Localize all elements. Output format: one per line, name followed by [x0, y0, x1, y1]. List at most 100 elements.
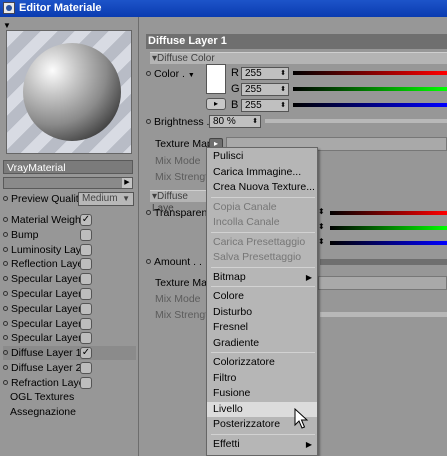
preview-quality-select[interactable]: Medium ▼ [78, 192, 134, 206]
preview-quality-label: Preview Quality [3, 193, 84, 205]
bullet-icon [3, 350, 8, 356]
bullet-icon [146, 71, 151, 76]
channel-item[interactable]: Specular Layer 1 [3, 272, 136, 286]
menu-item[interactable]: Carica Immagine... [207, 165, 317, 180]
collapse-arrow-icon[interactable]: ▼ [3, 21, 11, 30]
menu-item[interactable]: Disturbo [207, 305, 317, 320]
channel-item[interactable]: Bump [3, 228, 136, 242]
bullet-icon [146, 210, 151, 215]
channel-checkbox[interactable] [80, 258, 92, 271]
channel-item[interactable]: Diffuse Layer 1 ✓ [3, 346, 136, 361]
material-name-field[interactable]: VrayMaterial [3, 160, 133, 174]
menu-item-label: Livello [213, 402, 243, 415]
assignment-item[interactable]: Assegnazione [10, 406, 76, 418]
texture-map-label-2: Texture Map [155, 277, 213, 289]
channel-item[interactable]: Material Weight ✓ [3, 213, 136, 227]
scroll-right-icon[interactable]: ▶ [122, 178, 132, 188]
green-slider[interactable] [293, 87, 447, 91]
menu-item[interactable]: Carica Presettaggio [207, 235, 317, 250]
channel-item[interactable]: Luminosity Layer [3, 243, 136, 257]
menu-item[interactable]: Colore [207, 289, 317, 304]
menu-item[interactable]: Filtro [207, 371, 317, 386]
color-swatch[interactable] [206, 64, 226, 94]
menu-item[interactable]: Effetti ▶ [207, 437, 317, 452]
channel-checkbox[interactable] [80, 376, 92, 389]
r-input[interactable]: 255 ⬍ [241, 67, 289, 80]
channel-checkbox[interactable] [80, 273, 92, 286]
menu-item[interactable]: Colorizzatore [207, 355, 317, 370]
channel-checkbox[interactable] [80, 243, 92, 256]
diffuse-color-header[interactable]: ▾Diffuse Color [150, 52, 447, 64]
menu-item-label: Salva Presettaggio [213, 251, 302, 263]
amount-slider[interactable] [320, 259, 447, 265]
menu-item[interactable]: Copia Canale [207, 200, 317, 215]
channel-item[interactable]: Specular Layer 4 [3, 317, 136, 331]
menu-item[interactable]: Bitmap ▶ [207, 270, 317, 285]
bullet-icon [3, 320, 8, 326]
blue-slider[interactable] [293, 103, 447, 107]
horizontal-scrollbar[interactable]: ▶ [3, 177, 133, 189]
bullet-icon [3, 261, 8, 267]
menu-item[interactable]: Incolla Canale [207, 215, 317, 230]
texture-map-label: Texture Map [155, 138, 213, 150]
channel-checkbox[interactable]: ✓ [80, 214, 92, 226]
menu-item-label: Carica Presettaggio [213, 235, 306, 248]
b-input[interactable]: 255 ⬍ [241, 99, 289, 112]
channel-checkbox[interactable] [80, 332, 92, 345]
brightness-input[interactable]: 80 % ⬍ [209, 115, 261, 128]
menu-item[interactable]: Salva Presettaggio [207, 250, 317, 265]
channel-checkbox[interactable] [80, 302, 92, 315]
channel-item[interactable]: Reflection Layer [3, 257, 136, 271]
channel-checkbox[interactable] [80, 362, 92, 374]
channel-label: Diffuse Layer 1 [11, 347, 82, 360]
app-icon [3, 2, 15, 14]
brightness-label: Brightness . . [146, 116, 215, 128]
channel-item[interactable]: Specular Layer 3 [3, 302, 136, 316]
window-title: Editor Materiale [19, 2, 102, 14]
channel-label: Specular Layer 5 [11, 332, 91, 345]
color-picker-button[interactable]: ▸ [206, 98, 226, 110]
spinner-icon[interactable]: ⬍ [280, 100, 286, 111]
menu-item[interactable]: Fresnel [207, 320, 317, 335]
g-input[interactable]: 255 ⬍ [241, 83, 289, 96]
texture-map-field-2[interactable] [318, 276, 447, 290]
transparency-green-slider[interactable] [330, 226, 447, 230]
menu-item[interactable]: Gradiente [207, 336, 317, 351]
channel-label: Specular Layer 3 [11, 302, 91, 315]
menu-item[interactable]: Fusione [207, 386, 317, 401]
spinner-icon[interactable]: ⬍ [318, 237, 325, 246]
channel-item[interactable]: Refraction Layer [3, 376, 136, 390]
bullet-icon [3, 379, 8, 385]
menu-item-label: Bitmap [213, 270, 246, 283]
channel-item[interactable]: Specular Layer 5 [3, 331, 136, 345]
channel-checkbox[interactable] [80, 317, 92, 330]
bullet-icon [3, 335, 8, 341]
bullet-icon [3, 231, 8, 237]
channel-item[interactable]: Specular Layer 2 [3, 287, 136, 301]
menu-separator [211, 433, 315, 435]
spinner-icon[interactable]: ⬍ [280, 84, 286, 95]
channel-label: Material Weight [11, 214, 84, 226]
menu-item[interactable]: Crea Nuova Texture... [207, 180, 317, 195]
menu-item[interactable]: Pulisci [207, 149, 317, 164]
ogl-textures-item[interactable]: OGL Textures [10, 391, 74, 403]
spinner-icon[interactable]: ⬍ [318, 207, 325, 216]
red-slider[interactable] [293, 71, 447, 75]
channel-checkbox[interactable]: ✓ [80, 347, 92, 360]
menu-separator [211, 352, 315, 353]
channel-item[interactable]: Diffuse Layer 2 [3, 361, 136, 375]
mix-strength-slider-2[interactable] [320, 312, 447, 317]
channel-checkbox[interactable] [80, 288, 92, 300]
spinner-icon[interactable]: ⬍ [318, 222, 325, 231]
spinner-icon[interactable]: ⬍ [252, 116, 258, 127]
transparency-blue-slider[interactable] [330, 241, 447, 245]
channel-checkbox[interactable] [80, 228, 92, 241]
b-label: B [231, 99, 239, 111]
amount-label: Amount . . [146, 256, 202, 268]
spinner-icon[interactable]: ⬍ [280, 68, 286, 79]
diffuse-layer-header[interactable]: ▾Diffuse Laye [150, 190, 206, 214]
brightness-slider[interactable] [265, 119, 447, 123]
transparency-red-slider[interactable] [330, 211, 447, 215]
menu-separator [211, 266, 315, 268]
color-menu-arrow-icon[interactable]: ▼ [188, 72, 195, 79]
